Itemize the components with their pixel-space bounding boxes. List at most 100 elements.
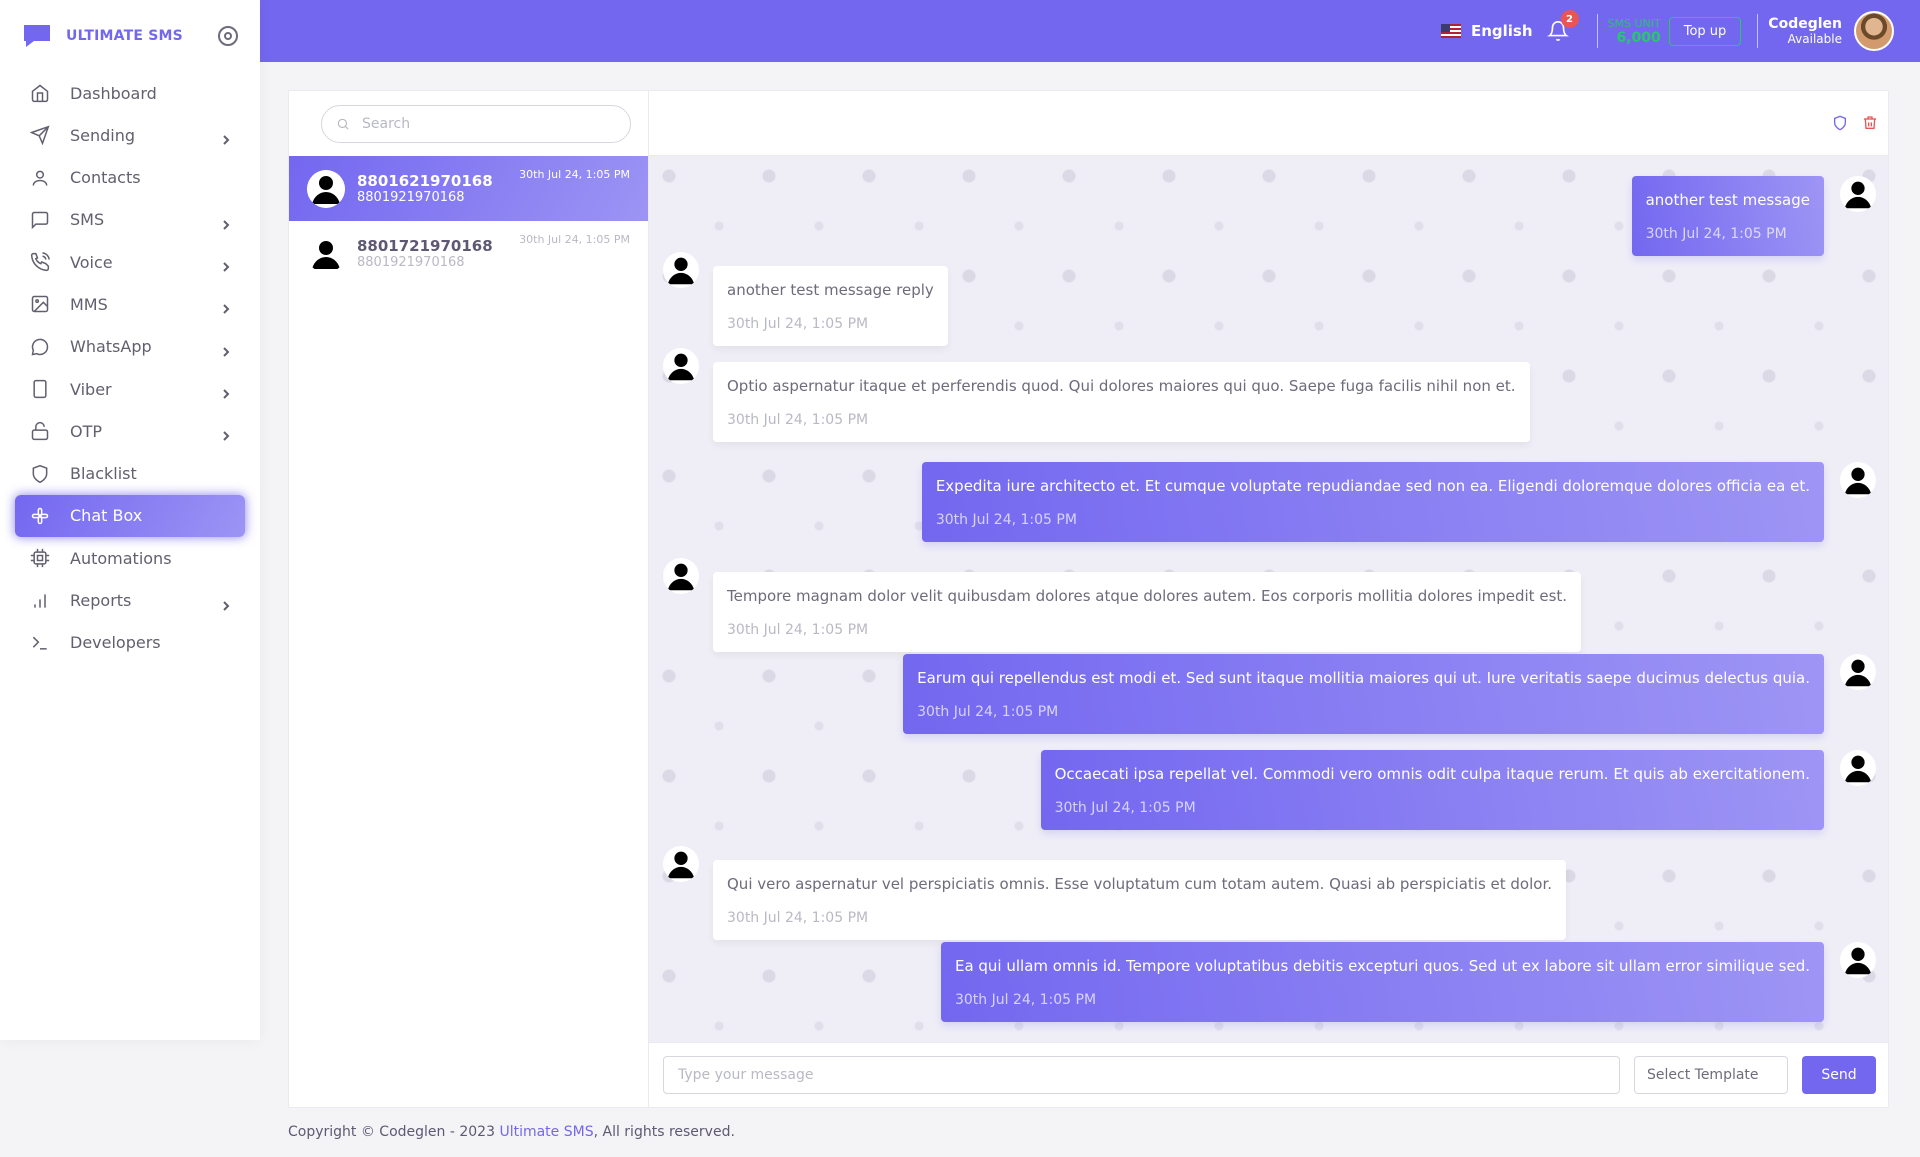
chat-logo-icon <box>24 25 50 47</box>
avatar <box>1840 942 1876 978</box>
message-bubble[interactable]: Qui vero aspernatur vel perspiciatis omn… <box>713 860 1567 940</box>
message-bubble[interactable]: Ea qui ullam omnis id. Tempore voluptati… <box>940 942 1824 1022</box>
message-bubble[interactable]: another test message 30th Jul 24, 1:05 P… <box>1631 176 1824 256</box>
chat-list: 8801621970168 8801921970168 30th Jul 24,… <box>289 91 649 1107</box>
sidebar-item-blacklist[interactable]: Blacklist <box>15 453 245 495</box>
footer-link[interactable]: Ultimate SMS <box>499 1124 593 1140</box>
sms-units: SMS UNIT 6,000 Top up <box>1598 16 1758 46</box>
message-bubble[interactable]: Earum qui repellendus est modi et. Sed s… <box>903 654 1824 734</box>
avatar <box>663 252 699 288</box>
avatar[interactable] <box>1854 11 1894 51</box>
sidebar-nav: Dashboard Sending Contacts SMS Voice MMS… <box>0 72 260 664</box>
message-time: 30th Jul 24, 1:05 PM <box>727 910 869 926</box>
message-text: Occaecati ipsa repellat vel. Commodi ver… <box>1054 765 1810 783</box>
message-bubble[interactable]: another test message reply 30th Jul 24, … <box>713 266 948 346</box>
send-icon <box>29 124 51 146</box>
message-text: Ea qui ullam omnis id. Tempore voluptati… <box>954 957 1810 975</box>
avatar <box>307 169 345 208</box>
contact-time: 30th Jul 24, 1:05 PM <box>519 168 630 181</box>
shield-icon <box>29 463 51 485</box>
smartphone-icon <box>29 378 51 400</box>
search-icon <box>337 118 349 130</box>
trash-icon <box>1864 116 1876 129</box>
sidebar-item-label: SMS <box>70 210 105 230</box>
avatar <box>663 558 699 594</box>
message-text: Optio aspernatur itaque et perferendis q… <box>727 377 1516 395</box>
contact-sub: 8801921970168 <box>357 190 465 205</box>
sidebar-item-label: OTP <box>70 421 103 441</box>
message-bubble[interactable]: Optio aspernatur itaque et perferendis q… <box>713 362 1530 442</box>
select-template-dropdown[interactable]: Select Template <box>1634 1056 1788 1094</box>
unlock-icon <box>29 420 51 442</box>
chat-area: another test message 30th Jul 24, 1:05 P… <box>649 91 1888 1107</box>
message-square-icon <box>29 209 51 231</box>
sidebar-item-automations[interactable]: Automations <box>15 537 245 579</box>
sidebar-item-label: MMS <box>70 294 108 314</box>
sidebar-item-label: Reports <box>70 591 132 611</box>
message-text: Expedita iure architecto et. Et cumque v… <box>935 477 1810 495</box>
sidebar-item-otp[interactable]: OTP <box>15 410 245 452</box>
message-time: 30th Jul 24, 1:05 PM <box>727 412 869 428</box>
block-button[interactable] <box>1832 115 1848 131</box>
message-time: 30th Jul 24, 1:05 PM <box>727 316 869 332</box>
language-selector[interactable]: English <box>1440 22 1533 40</box>
message-bubble[interactable]: Occaecati ipsa repellat vel. Commodi ver… <box>1040 750 1824 830</box>
received-message: Qui vero aspernatur vel perspiciatis omn… <box>663 846 1567 940</box>
message-time: 30th Jul 24, 1:05 PM <box>954 992 1097 1008</box>
home-icon <box>29 82 51 104</box>
sent-message: Occaecati ipsa repellat vel. Commodi ver… <box>1040 750 1876 830</box>
topup-button[interactable]: Top up <box>1668 16 1742 46</box>
delete-button[interactable] <box>1862 115 1878 131</box>
sidebar-item-label: Contacts <box>70 168 141 188</box>
message-text: another test message <box>1645 191 1810 209</box>
message-time: 30th Jul 24, 1:05 PM <box>1645 226 1787 242</box>
notifications-button[interactable]: 2 <box>1546 10 1579 42</box>
avatar <box>1840 654 1876 690</box>
sent-message: another test message 30th Jul 24, 1:05 P… <box>1631 176 1876 256</box>
us-flag-icon <box>1440 24 1461 38</box>
message-time: 30th Jul 24, 1:05 PM <box>727 622 869 638</box>
user-name: Codeglen <box>1768 16 1842 32</box>
sidebar-item-sending[interactable]: Sending <box>15 114 245 156</box>
contact-sub: 8801921970168 <box>357 255 465 270</box>
sidebar-item-contacts[interactable]: Contacts <box>15 157 245 199</box>
avatar <box>663 846 699 882</box>
message-bubble[interactable]: Tempore magnam dolor velit quibusdam dol… <box>713 572 1582 652</box>
slack-icon <box>29 505 51 527</box>
sidebar-item-developers[interactable]: Developers <box>15 622 245 664</box>
sidebar-item-sms[interactable]: SMS <box>15 199 245 241</box>
user-menu[interactable]: Codeglen Available <box>1758 11 1894 51</box>
message-circle-icon <box>29 336 51 358</box>
sidebar-item-label: Sending <box>70 125 136 145</box>
avatar <box>307 234 345 273</box>
chevron-right-icon <box>221 299 231 315</box>
copyright-text: Copyright © Codeglen - 2023 <box>288 1124 495 1140</box>
sidebar-item-voice[interactable]: Voice <box>15 241 245 283</box>
sidebar-item-whatsapp[interactable]: WhatsApp <box>15 326 245 368</box>
sidebar-item-reports[interactable]: Reports <box>15 580 245 622</box>
footer: Copyright © Codeglen - 2023 Ultimate SMS… <box>288 1124 735 1140</box>
chevron-right-icon <box>221 215 231 230</box>
chevron-right-icon <box>221 342 231 357</box>
sidebar-item-dashboard[interactable]: Dashboard <box>15 72 245 114</box>
message-bubble[interactable]: Expedita iure architecto et. Et cumque v… <box>921 462 1824 542</box>
list-item[interactable]: 8801721970168 8801921970168 30th Jul 24,… <box>289 221 648 286</box>
brand-name[interactable]: ULTIMATE SMS <box>66 28 183 44</box>
cpu-icon <box>29 547 51 569</box>
composer: Select Template Send <box>649 1042 1888 1107</box>
sidebar-item-label: Blacklist <box>70 464 137 484</box>
message-thread[interactable]: another test message 30th Jul 24, 1:05 P… <box>649 156 1888 1044</box>
sidebar-item-mms[interactable]: MMS <box>15 283 245 325</box>
sidebar-item-chat-box[interactable]: Chat Box <box>15 494 245 537</box>
send-button[interactable]: Send <box>1802 1056 1876 1094</box>
user-status: Available <box>1787 32 1842 46</box>
sms-unit-label: SMS UNIT <box>1607 16 1661 30</box>
chevron-right-icon <box>221 257 231 272</box>
message-input[interactable] <box>663 1056 1620 1094</box>
list-item[interactable]: 8801621970168 8801921970168 30th Jul 24,… <box>289 156 648 221</box>
sidebar-toggle-icon[interactable] <box>218 26 238 46</box>
search-input[interactable] <box>362 116 602 132</box>
message-text: Qui vero aspernatur vel perspiciatis omn… <box>727 875 1553 893</box>
message-time: 30th Jul 24, 1:05 PM <box>935 512 1077 528</box>
sidebar-item-viber[interactable]: Viber <box>15 368 245 410</box>
